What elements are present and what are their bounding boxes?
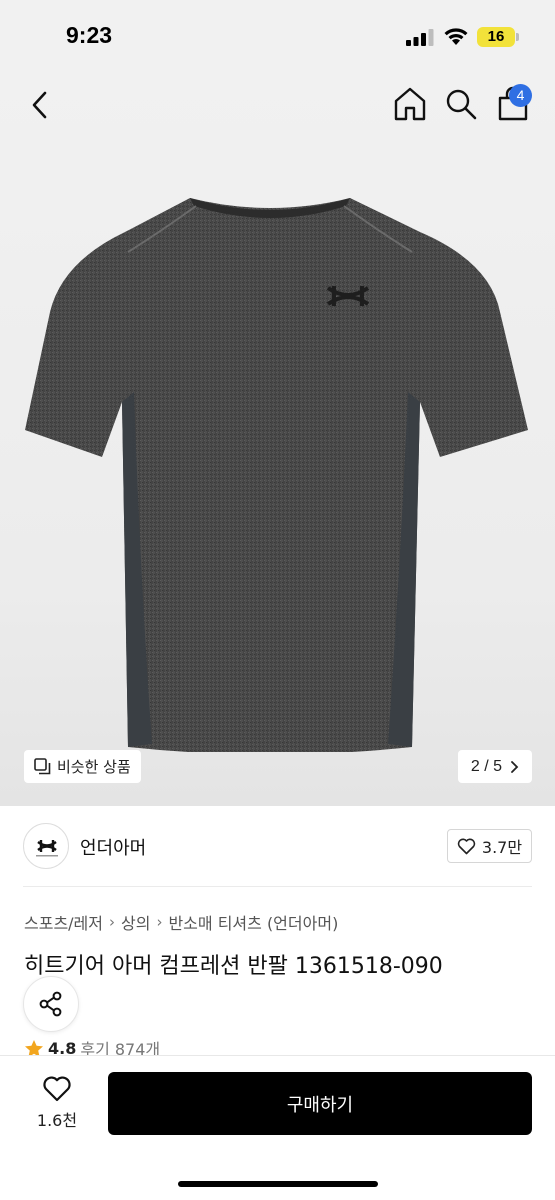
chevron-left-icon: [32, 91, 47, 119]
similar-products-button[interactable]: 비슷한 상품: [24, 750, 141, 783]
similar-products-label: 비슷한 상품: [57, 758, 131, 776]
brand-name[interactable]: 언더아머: [80, 834, 146, 860]
heart-outline-icon: [457, 838, 476, 854]
buy-button[interactable]: 구매하기: [108, 1072, 532, 1135]
breadcrumb-item[interactable]: 스포츠/레저: [24, 910, 103, 934]
share-icon: [39, 991, 62, 1017]
home-indicator: [178, 1181, 378, 1187]
product-title: 히트기어 아머 컴프레션 반팔 1361518-090: [24, 954, 443, 979]
divider: [23, 886, 532, 887]
breadcrumb-item[interactable]: 상의: [121, 910, 150, 934]
home-icon: [394, 87, 426, 121]
search-icon: [446, 89, 477, 120]
brand-like-button[interactable]: 3.7만: [447, 829, 532, 863]
search-button[interactable]: [444, 86, 478, 122]
brand-like-count: 3.7만: [481, 838, 523, 857]
share-button[interactable]: [23, 976, 79, 1032]
product-image-shirt: [25, 198, 528, 752]
brand-avatar[interactable]: [23, 823, 69, 869]
chevron-right-icon: ›: [109, 913, 115, 931]
wifi-icon: [444, 28, 468, 45]
breadcrumb: 스포츠/레저 › 상의 › 반소매 티셔츠 (언더아머): [24, 910, 338, 934]
battery-indicator: 16: [477, 27, 515, 47]
product-image-gallery[interactable]: [0, 74, 555, 806]
battery-nub: [516, 33, 519, 41]
chevron-right-icon: ›: [156, 913, 163, 931]
image-counter-button[interactable]: 2 / 5: [458, 750, 532, 783]
chevron-right-icon: [511, 760, 519, 773]
image-counter: 2 / 5: [470, 757, 503, 775]
back-button[interactable]: [26, 88, 56, 122]
brand-logo-icon: [36, 840, 58, 857]
wishlist-button[interactable]: 1.6천: [30, 1073, 84, 1133]
status-bar: 9:23 16: [0, 0, 555, 74]
wishlist-count: 1.6천: [36, 1111, 78, 1130]
breadcrumb-item[interactable]: 반소매 티셔츠 (언더아머): [168, 910, 338, 934]
copy-icon: [34, 758, 51, 775]
status-time: 9:23: [66, 22, 113, 48]
battery-level: 16: [487, 28, 505, 45]
home-button[interactable]: [393, 86, 427, 122]
cart-count-badge: 4: [509, 84, 532, 107]
heart-outline-icon: [43, 1076, 71, 1102]
cellular-signal-icon: [406, 29, 434, 46]
